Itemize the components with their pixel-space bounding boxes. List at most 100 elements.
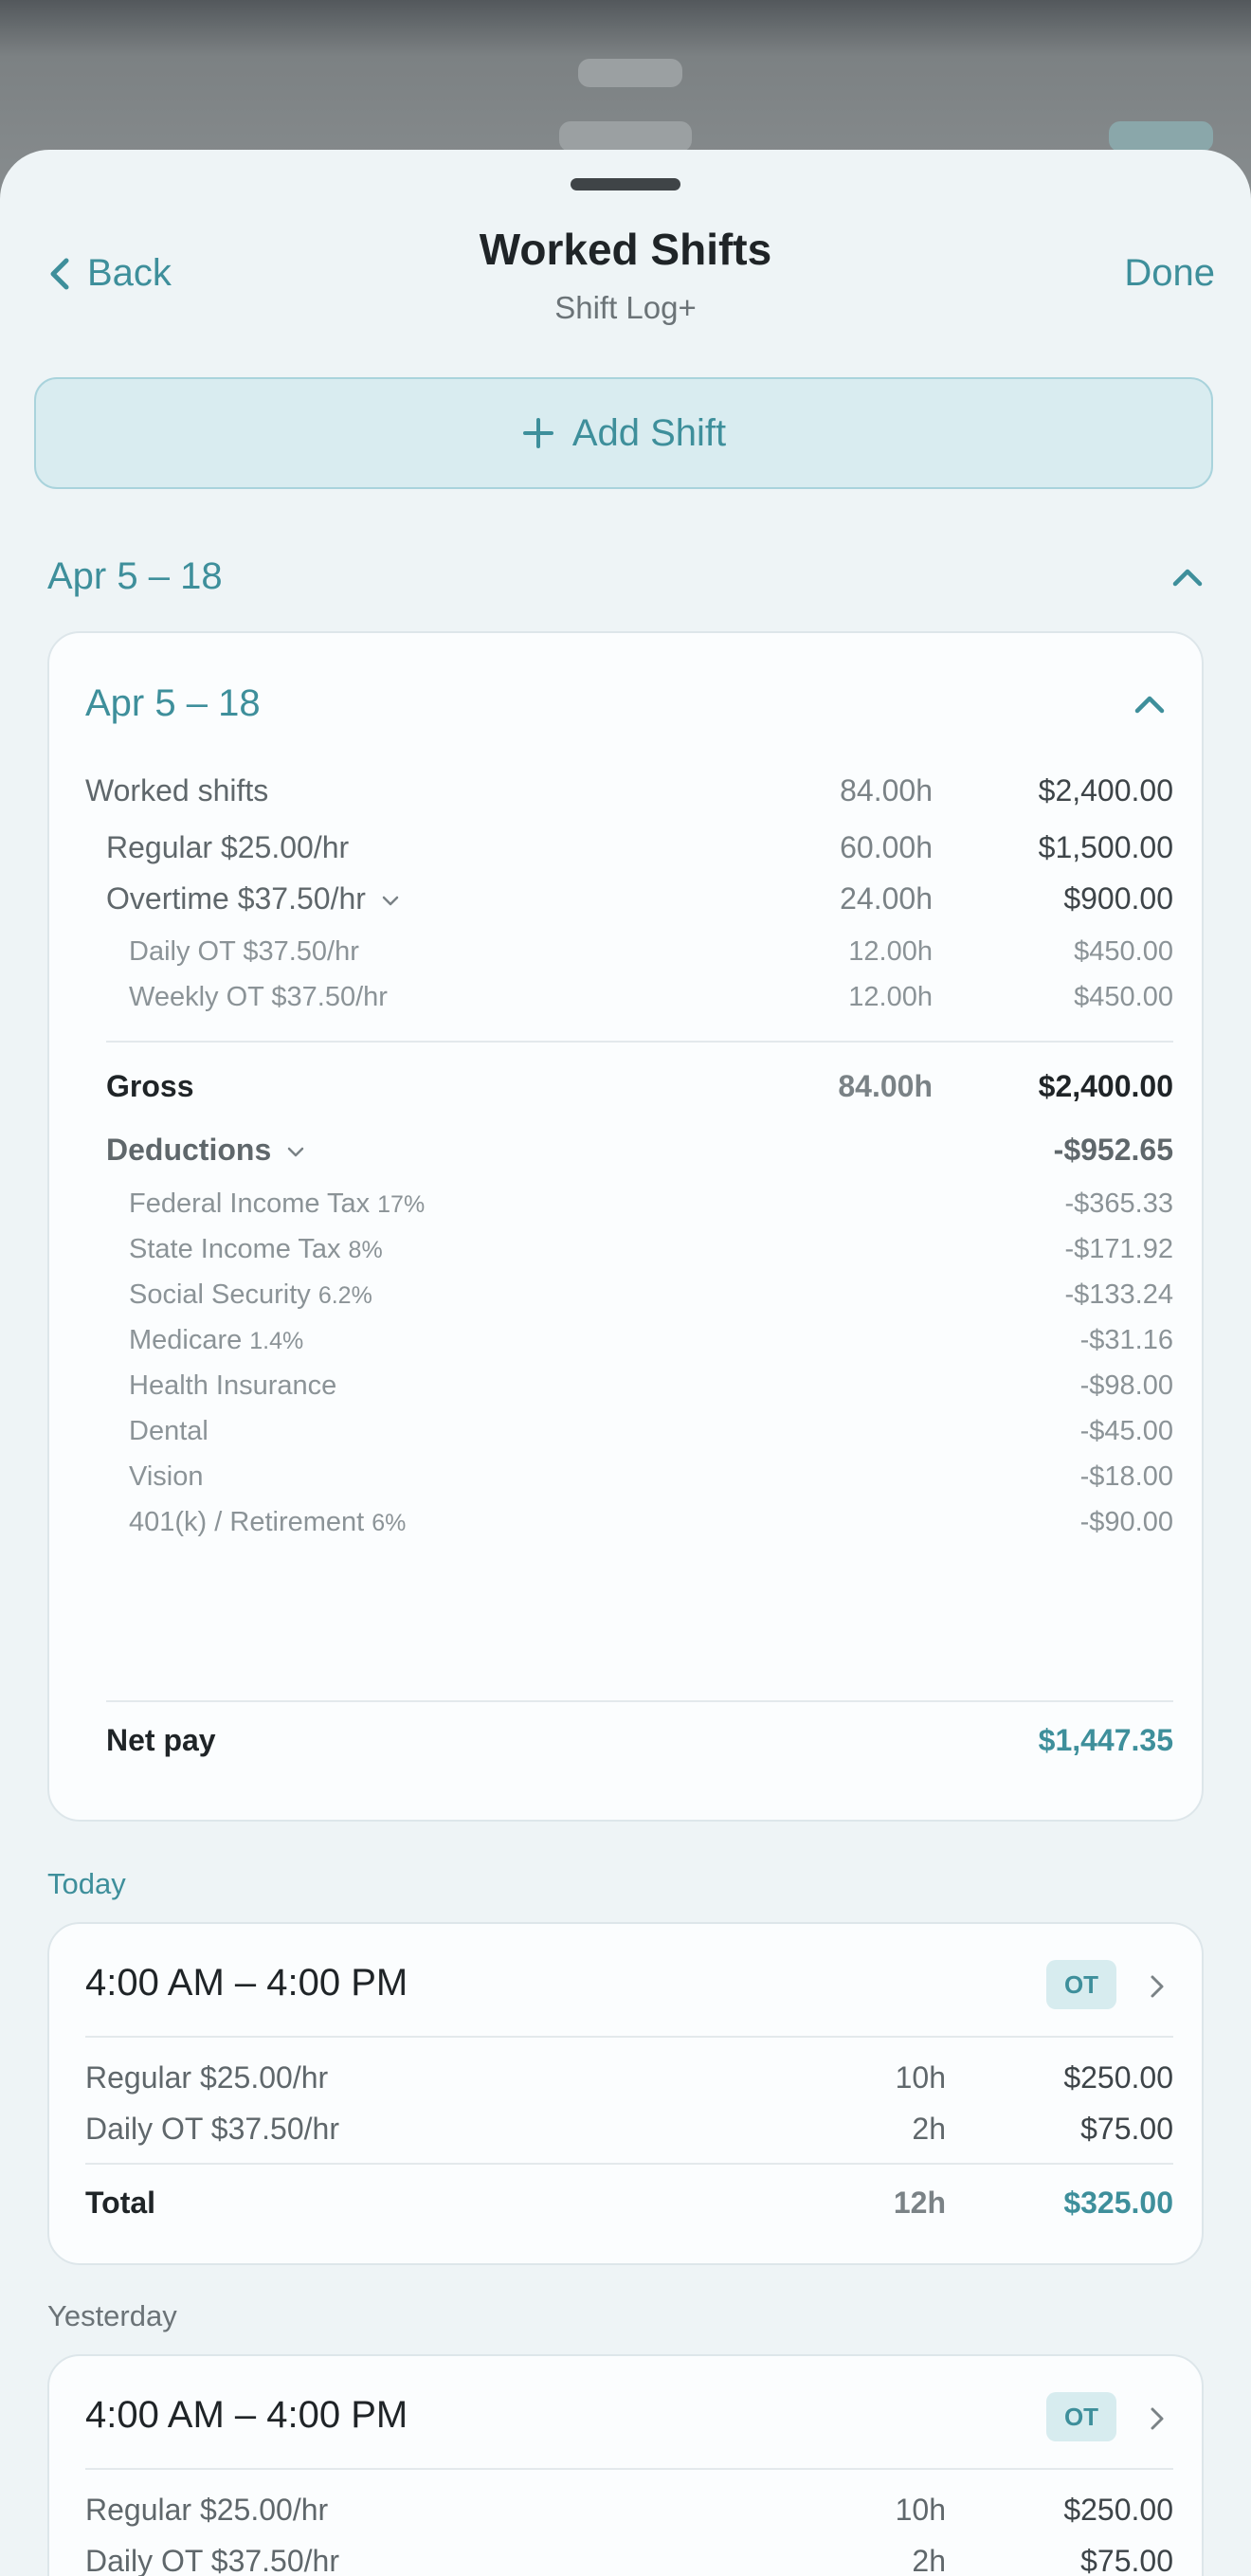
rate-hours: 2h [912, 2544, 946, 2576]
divider [85, 2468, 1173, 2470]
rate-hours: 2h [912, 2112, 946, 2146]
row-label: Gross [106, 1069, 194, 1103]
deduction-row: Federal Income Tax 17% -$365.33 [49, 1188, 1202, 1234]
deduction-label: Federal Income Tax 17% [129, 1188, 426, 1219]
deduction-row: Medicare 1.4% -$31.16 [49, 1325, 1202, 1370]
chevron-down-icon [382, 896, 399, 905]
deduction-row: 401(k) / Retirement 6% -$90.00 [49, 1507, 1202, 1552]
deduction-row: Social Security 6.2% -$133.24 [49, 1279, 1202, 1325]
period-label: Apr 5 – 18 [47, 555, 223, 597]
net-pay-row: Net pay $1,447.35 [49, 1723, 1202, 1769]
chevron-right-icon[interactable] [1149, 1973, 1166, 2000]
row-amount: $450.00 [1074, 982, 1173, 1012]
deduction-row: State Income Tax 8% -$171.92 [49, 1234, 1202, 1279]
shift-rate-row: Daily OT $37.50/hr 2h $75.00 [85, 2544, 1173, 2576]
row-label: Overtime $37.50/hr [106, 881, 400, 916]
gross-row: Gross 84.00h $2,400.00 [49, 1069, 1202, 1115]
bottom-sheet: Back Worked Shifts Shift Log+ Done Add S… [0, 150, 1251, 2576]
total-label: Total [85, 2186, 156, 2220]
total-hours: 12h [893, 2186, 946, 2220]
deduction-amount: -$18.00 [1079, 1461, 1173, 1492]
rate-amount: $250.00 [1063, 2493, 1173, 2527]
day-section-label: Yesterday [47, 2299, 177, 2332]
deduction-percent: 1.4% [249, 1328, 304, 1354]
deduction-amount: -$98.00 [1079, 1370, 1173, 1401]
shift-rate-row: Regular $25.00/hr 10h $250.00 [85, 2493, 1173, 2536]
deduction-label: 401(k) / Retirement 6% [129, 1507, 407, 1537]
row-amount: -$952.65 [1053, 1133, 1173, 1167]
rate-amount: $75.00 [1080, 2544, 1173, 2576]
chevron-down-icon [287, 1147, 304, 1156]
row-hours: 84.00h [840, 773, 933, 807]
overtime-row[interactable]: Overtime $37.50/hr 24.00h $900.00 [49, 881, 1202, 927]
row-hours: 24.00h [840, 881, 933, 916]
add-shift-label: Add Shift [571, 411, 727, 454]
deduction-label: Dental [129, 1416, 208, 1446]
deduction-label: Health Insurance [129, 1370, 337, 1401]
add-shift-button[interactable]: Add Shift [34, 377, 1213, 489]
chevron-right-icon[interactable] [1149, 2405, 1166, 2432]
rate-hours: 10h [895, 2493, 946, 2527]
deduction-row: Health Insurance -$98.00 [49, 1370, 1202, 1416]
row-label: Weekly OT $37.50/hr [129, 982, 388, 1012]
row-hours: 84.00h [838, 1069, 933, 1103]
row-amount: $2,400.00 [1038, 1069, 1173, 1103]
row-amount: $900.00 [1063, 881, 1173, 916]
deduction-label: State Income Tax 8% [129, 1234, 383, 1264]
row-label: Net pay [106, 1723, 216, 1757]
daily-ot-row: Daily OT $37.50/hr 12.00h $450.00 [49, 936, 1202, 982]
row-label: Deductions [106, 1133, 305, 1168]
row-label: Daily OT $37.50/hr [129, 936, 359, 967]
deduction-row: Dental -$45.00 [49, 1416, 1202, 1461]
ot-badge: OT [1046, 2392, 1116, 2441]
row-amount: $1,500.00 [1038, 830, 1173, 864]
sheet-grabber[interactable] [571, 178, 680, 190]
done-button[interactable]: Done [1124, 252, 1215, 295]
shift-card[interactable]: 4:00 AM – 4:00 PM OT Regular $25.00/hr 10h $… [47, 2354, 1204, 2576]
weekly-ot-row: Weekly OT $37.50/hr 12.00h $450.00 [49, 982, 1202, 1027]
summary-card-title: Apr 5 – 18 [85, 682, 261, 724]
shift-time-range: 4:00 AM – 4:00 PM [85, 2394, 408, 2436]
chevron-up-icon [1172, 569, 1203, 586]
shift-card[interactable]: 4:00 AM – 4:00 PM OT Regular $25.00/hr 10h $… [47, 1922, 1204, 2265]
worked-shifts-row: Worked shifts 84.00h $2,400.00 [49, 773, 1202, 819]
deduction-label: Social Security 6.2% [129, 1279, 372, 1310]
row-hours: 60.00h [840, 830, 933, 864]
deduction-row: Vision -$18.00 [49, 1461, 1202, 1507]
shift-rate-row: Daily OT $37.50/hr 2h $75.00 [85, 2112, 1173, 2155]
chevron-up-icon [1134, 696, 1165, 713]
deduction-amount: -$31.16 [1079, 1325, 1173, 1355]
shift-total-row: Total 12h $325.00 [85, 2186, 1173, 2229]
rate-amount: $250.00 [1063, 2060, 1173, 2095]
deduction-amount: -$365.33 [1064, 1188, 1174, 1219]
deduction-amount: -$133.24 [1064, 1279, 1174, 1310]
divider [106, 1700, 1173, 1702]
row-hours: 12.00h [848, 936, 933, 967]
row-amount: $2,400.00 [1038, 773, 1173, 807]
page-subtitle: Shift Log+ [554, 290, 697, 325]
day-section-label: Today [47, 1867, 126, 1900]
pay-period-summary-card: Apr 5 – 18 Worked shifts 84.00h $2,400.0… [47, 631, 1204, 1822]
rate-label: Daily OT $37.50/hr [85, 2544, 339, 2576]
shift-rate-row: Regular $25.00/hr 10h $250.00 [85, 2060, 1173, 2104]
deduction-label: Medicare 1.4% [129, 1325, 304, 1355]
plus-icon [522, 418, 553, 448]
rate-hours: 10h [895, 2060, 946, 2095]
row-amount: $450.00 [1074, 936, 1173, 967]
row-label: Regular $25.00/hr [106, 830, 350, 864]
summary-card-header[interactable]: Apr 5 – 18 [85, 682, 1166, 725]
shift-time-range: 4:00 AM – 4:00 PM [85, 1962, 408, 2004]
rate-label: Regular $25.00/hr [85, 2493, 329, 2527]
deduction-amount: -$90.00 [1079, 1507, 1173, 1537]
rate-amount: $75.00 [1080, 2112, 1173, 2146]
deduction-percent: 6.2% [317, 1282, 372, 1309]
period-header[interactable]: Apr 5 – 18 [47, 555, 1204, 598]
total-amount: $325.00 [1063, 2186, 1173, 2220]
rate-label: Daily OT $37.50/hr [85, 2112, 339, 2146]
deduction-label: Vision [129, 1461, 204, 1492]
deduction-percent: 8% [348, 1237, 383, 1263]
deductions-row[interactable]: Deductions -$952.65 [49, 1133, 1202, 1178]
divider [106, 1041, 1173, 1043]
deduction-amount: -$45.00 [1079, 1416, 1173, 1446]
row-hours: 12.00h [848, 982, 933, 1012]
